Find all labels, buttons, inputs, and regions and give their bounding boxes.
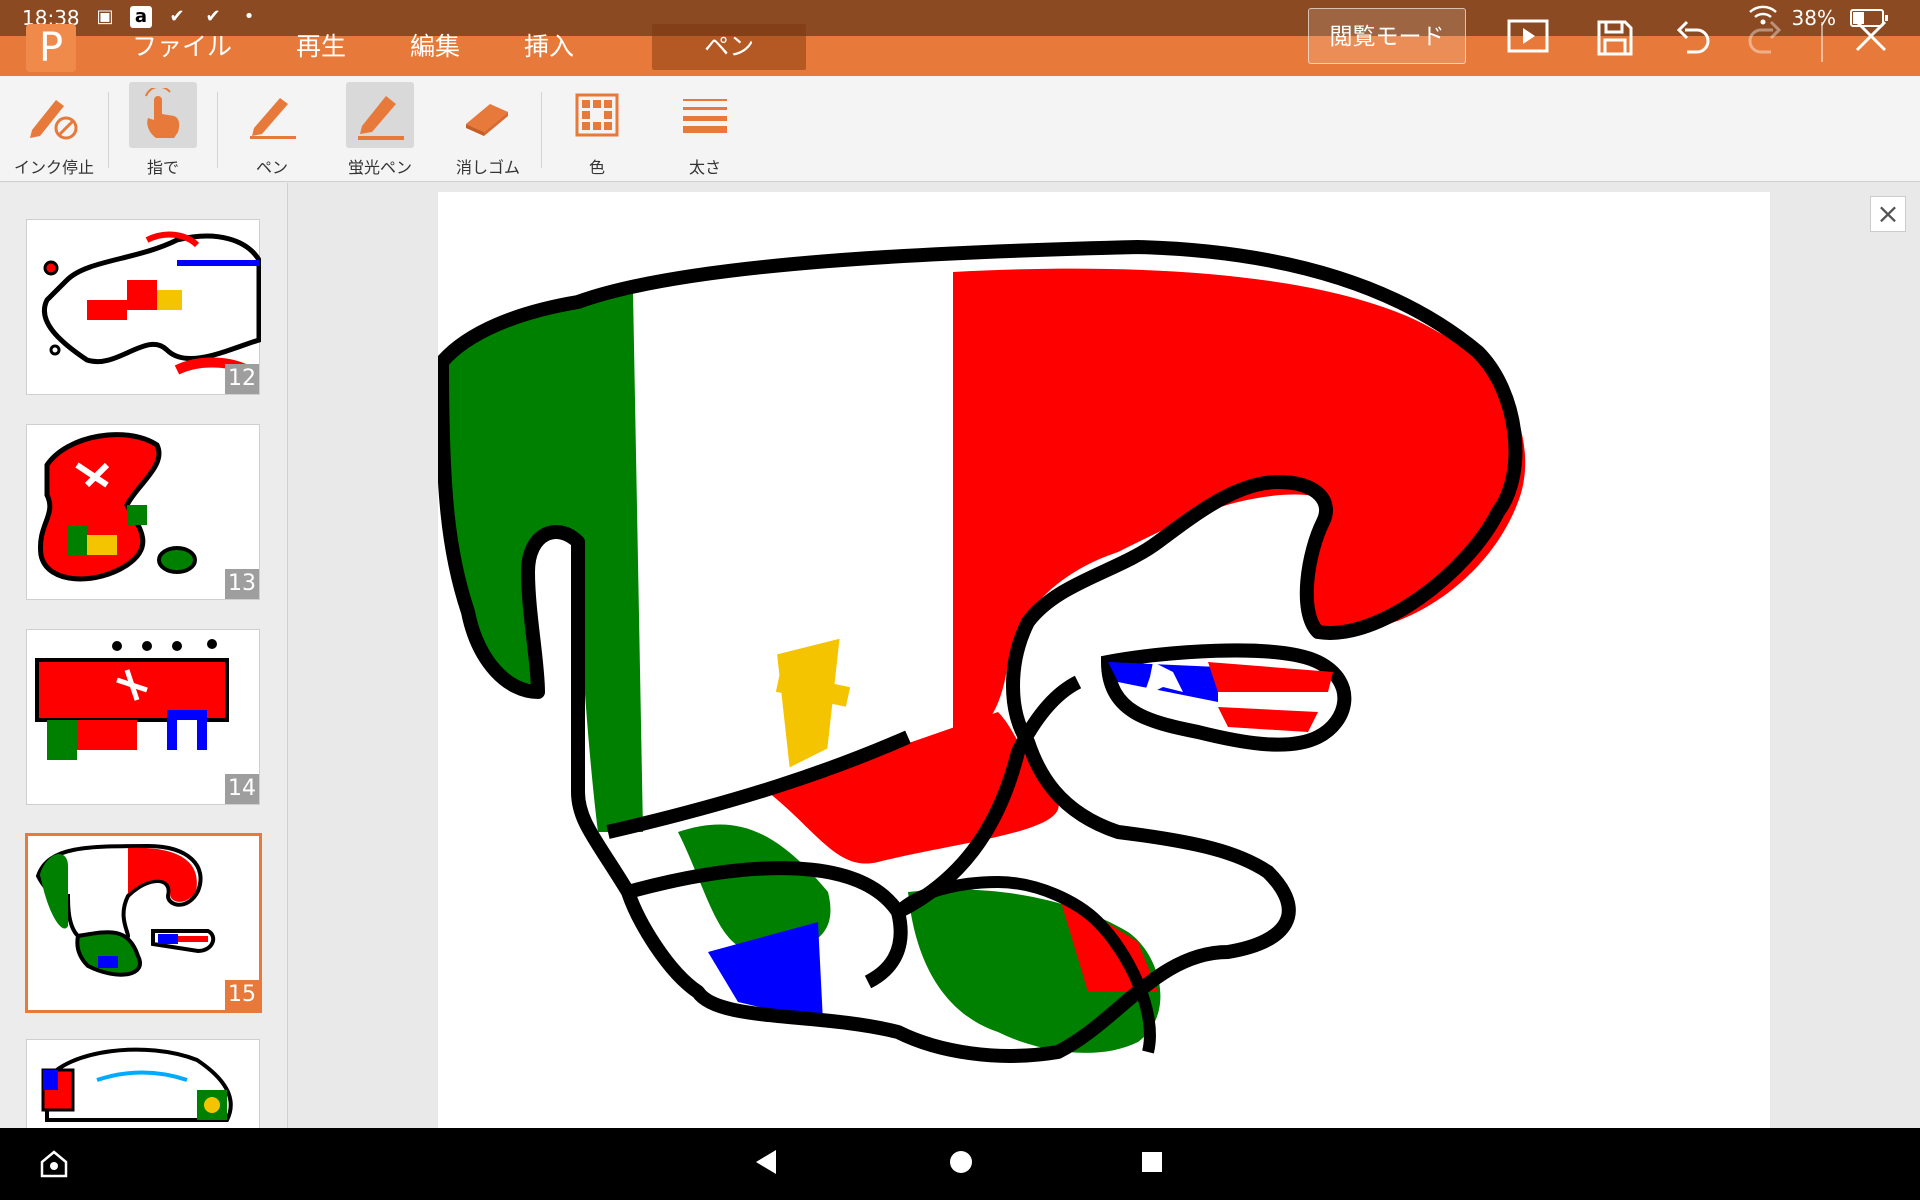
slide-thumbnail[interactable] <box>26 1039 260 1128</box>
tab-1[interactable]: 再生 <box>264 24 378 70</box>
color-grid-icon <box>563 82 631 148</box>
ink-stop-icon <box>20 82 88 148</box>
ribbon-tabs: ファイル 再生 編集 挿入 ペン <box>100 24 807 70</box>
divider <box>541 92 542 168</box>
divider <box>217 92 218 168</box>
slide-number: 12 <box>225 364 259 394</box>
ink-green-stroke <box>442 292 643 832</box>
slide-number: 14 <box>225 774 259 804</box>
ink-stop-button[interactable]: インク停止 <box>4 82 104 178</box>
divider <box>108 92 109 168</box>
undo-icon[interactable] <box>1670 18 1716 64</box>
slide-thumbnail-active[interactable]: 15 <box>25 833 262 1013</box>
highlighter-icon <box>346 82 414 148</box>
ribbon-menu-bar: P ファイル 再生 編集 挿入 ペン 閲覧モード <box>0 8 1920 76</box>
divider <box>1821 22 1823 62</box>
slide-number: 15 <box>225 980 259 1010</box>
finger-draw-button[interactable]: 指で <box>113 82 213 178</box>
thickness-button[interactable]: 太さ <box>655 82 755 178</box>
back-icon[interactable] <box>752 1146 780 1182</box>
close-pane-button[interactable]: × <box>1870 196 1906 232</box>
tab-0[interactable]: ファイル <box>100 24 264 70</box>
highlighter-button[interactable]: 蛍光ペン <box>330 82 430 178</box>
home-icon[interactable] <box>946 1146 976 1182</box>
eraser-icon <box>454 82 522 148</box>
tab-4[interactable]: ペン <box>652 24 807 70</box>
slide-thumbnail[interactable]: 14 <box>26 629 260 805</box>
app-logo[interactable]: P <box>26 24 76 72</box>
color-button[interactable]: 色 <box>547 82 647 178</box>
pen-icon <box>238 82 306 148</box>
tab-3[interactable]: 挿入 <box>492 24 606 70</box>
assistant-icon[interactable] <box>38 1148 70 1184</box>
slide-canvas[interactable] <box>435 192 1770 1128</box>
slide-thumbnail[interactable]: 13 <box>26 424 260 600</box>
ink-drawing <box>435 240 1526 1063</box>
pen-button[interactable]: ペン <box>222 82 322 178</box>
battery-percent: 38% <box>1791 5 1836 30</box>
recent-apps-icon[interactable] <box>1138 1146 1166 1182</box>
save-icon[interactable] <box>1592 18 1638 64</box>
tab-2[interactable]: 編集 <box>378 24 492 70</box>
slide-thumbnails-panel: 12 13 14 15 <box>0 183 288 1128</box>
finger-icon <box>129 82 197 148</box>
system-nav-bar <box>0 1128 1920 1200</box>
play-slideshow-icon[interactable] <box>1505 18 1551 64</box>
reading-mode-button[interactable]: 閲覧モード <box>1308 8 1466 64</box>
eraser-button[interactable]: 消しゴム <box>438 82 538 178</box>
thickness-icon <box>671 82 739 148</box>
pen-toolbar: インク停止 指で ペン 蛍光ペン 消しゴム 色 太さ <box>0 76 1920 182</box>
redo-icon[interactable] <box>1742 18 1788 64</box>
slide-number: 13 <box>225 569 259 599</box>
slide-thumbnail[interactable]: 12 <box>26 219 261 395</box>
close-icon[interactable] <box>1848 18 1894 64</box>
